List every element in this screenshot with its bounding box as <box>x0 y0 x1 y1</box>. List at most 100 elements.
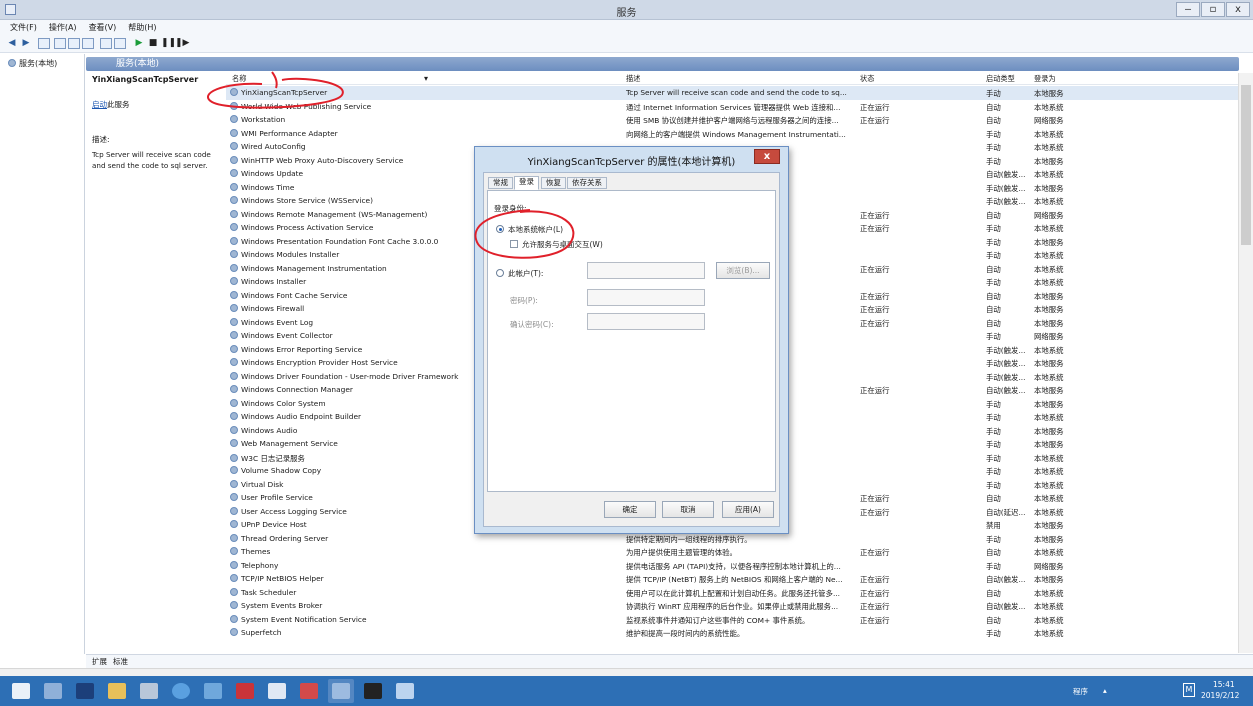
paint-icon[interactable] <box>392 679 418 703</box>
this-account-label[interactable]: 此帐户(T): <box>508 268 543 279</box>
service-name-cell: Windows Error Reporting Service <box>230 344 474 354</box>
service-startup-cell: 自动 <box>986 615 1001 625</box>
service-gear-icon <box>230 628 238 636</box>
local-system-radio[interactable] <box>496 225 504 233</box>
column-description[interactable]: 描述 <box>626 74 640 84</box>
account-input[interactable] <box>587 262 705 279</box>
app-red-icon[interactable] <box>232 679 258 703</box>
export-list-icon[interactable] <box>82 38 94 49</box>
column-logon-as[interactable]: 登录为 <box>1034 74 1056 84</box>
start-service-icon[interactable]: ▶ <box>134 38 144 49</box>
scrollbar-thumb[interactable] <box>1241 85 1251 245</box>
service-row[interactable]: TCP/IP NetBIOS Helper 提供 TCP/IP (NetBT) 服… <box>226 572 1238 586</box>
internet-explorer-icon[interactable] <box>168 679 194 703</box>
ok-button[interactable]: 确定 <box>604 501 656 518</box>
service-row[interactable]: World Wide Web Publishing Service 通过 Inte… <box>226 100 1238 114</box>
column-status[interactable]: 状态 <box>860 74 874 84</box>
service-name-cell: UPnP Device Host <box>230 520 474 529</box>
service-row[interactable]: Telephony 提供电话服务 API (TAPI)支持，以便各程序控制本地计算… <box>226 559 1238 573</box>
pause-service-icon[interactable]: ❚❚ <box>161 38 176 49</box>
maximize-button[interactable]: ◻ <box>1201 2 1225 17</box>
tree-node-services-local[interactable]: 服务(本地) <box>8 58 84 69</box>
tab-logon[interactable]: 登录 <box>514 176 539 190</box>
service-row[interactable]: System Events Broker 协调执行 WinRT 应用程序的后台作业… <box>226 599 1238 613</box>
service-logon-cell: 本地系统 <box>1034 345 1064 355</box>
menu-action[interactable]: 操作(A) <box>49 20 77 35</box>
service-logon-cell: 网络服务 <box>1034 210 1064 220</box>
service-row[interactable]: Themes 为用户提供使用主题管理的体验。 正在运行 自动 本地系统 <box>226 545 1238 559</box>
clock-date[interactable]: 2019/2/12 <box>1201 691 1239 700</box>
service-startup-cell: 手动(触发... <box>986 359 1026 368</box>
file-explorer-icon[interactable] <box>104 679 130 703</box>
tab-general[interactable]: 常规 <box>488 177 513 189</box>
service-status-cell: 正在运行 <box>860 318 890 328</box>
restart-service-icon[interactable]: ❚▶ <box>175 38 189 49</box>
show-hide-tree-icon[interactable] <box>38 38 50 49</box>
vertical-scrollbar[interactable] <box>1238 73 1253 653</box>
command-prompt-icon[interactable] <box>360 679 386 703</box>
column-name[interactable]: 名称 <box>232 74 246 84</box>
service-status-cell: 正在运行 <box>860 615 890 625</box>
service-name-cell: Windows Audio Endpoint Builder <box>230 412 474 421</box>
properties-dialog: YinXiangScanTcpServer 的属性(本地计算机) x 常规 登录… <box>474 146 789 534</box>
help-icon[interactable] <box>100 38 112 49</box>
service-startup-cell: 手动(触发... <box>986 183 1026 193</box>
start-button[interactable] <box>8 679 34 703</box>
allow-desktop-label[interactable]: 允许服务与桌面交互(W) <box>522 239 603 250</box>
service-logon-cell: 网络服务 <box>1034 561 1064 571</box>
service-row[interactable]: YinXiangScanTcpServer Tcp Server will rec… <box>226 86 1238 100</box>
close-button[interactable]: x <box>1226 2 1250 17</box>
service-name-cell: Windows Encryption Provider Host Service <box>230 358 474 367</box>
service-startup-cell: 手动 <box>986 629 1001 638</box>
tools-icon[interactable] <box>136 679 162 703</box>
service-name-cell: Windows Installer <box>230 277 474 286</box>
service-gear-icon <box>230 290 238 299</box>
remote-desktop-icon[interactable] <box>200 679 226 703</box>
service-row[interactable]: Superfetch 维护和提高一段时间内的系统性能。 手动 本地系统 <box>226 626 1238 640</box>
forward-arrow-icon[interactable]: ▶ <box>20 38 32 49</box>
window-title: 服务 <box>616 8 637 19</box>
service-startup-cell: 手动 <box>986 453 1001 463</box>
tab-recovery[interactable]: 恢复 <box>541 177 566 189</box>
service-gear-icon <box>230 331 238 339</box>
tray-icons[interactable] <box>1115 684 1163 696</box>
column-startup-type[interactable]: 启动类型 <box>986 74 1015 84</box>
clock-time[interactable]: 15:41 <box>1213 680 1235 689</box>
back-arrow-icon[interactable]: ◀ <box>6 38 18 49</box>
tray-programs-label[interactable]: 程序 <box>1073 686 1088 697</box>
service-name-cell: Windows Event Log <box>230 317 474 327</box>
this-account-radio[interactable] <box>496 269 504 277</box>
menu-help[interactable]: 帮助(H) <box>128 20 156 35</box>
confirm-password-input[interactable] <box>587 313 705 330</box>
service-row[interactable]: System Event Notification Service 监视系统事件并… <box>226 613 1238 627</box>
tab-dependencies[interactable]: 依存关系 <box>567 177 607 189</box>
start-service-link[interactable]: 启动 <box>92 100 107 109</box>
local-system-label[interactable]: 本地系统帐户(L) <box>508 224 563 235</box>
menu-view[interactable]: 查看(V) <box>89 20 117 35</box>
allow-desktop-checkbox[interactable] <box>510 240 518 248</box>
browse-button[interactable]: 浏览(B)... <box>716 262 770 279</box>
tab-standard[interactable]: 标准 <box>113 655 128 668</box>
services-taskbar-icon[interactable] <box>328 679 354 703</box>
service-row[interactable]: Workstation 使用 SMB 协议创建并维护客户端网络与远程服务器之间的连… <box>226 113 1238 127</box>
menu-file[interactable]: 文件(F) <box>10 20 37 35</box>
service-row[interactable]: WMI Performance Adapter 向网络上的客户端提供 Window… <box>226 127 1238 141</box>
minimize-button[interactable]: ‒ <box>1176 2 1200 17</box>
search-app-icon[interactable] <box>264 679 290 703</box>
service-row[interactable]: Task Scheduler 使用户可以在此计算机上配置和计划自动任务。此服务还托… <box>226 586 1238 600</box>
apply-button[interactable]: 应用(A) <box>722 501 774 518</box>
refresh-icon[interactable] <box>68 38 80 49</box>
list-view-icon[interactable] <box>54 38 66 49</box>
tab-extended[interactable]: 扩展 <box>92 655 107 668</box>
input-method-icon[interactable]: M <box>1183 683 1195 697</box>
properties-icon[interactable] <box>114 38 126 49</box>
stop-service-icon[interactable]: ■ <box>148 38 158 49</box>
service-startup-cell: 禁用 <box>986 521 1001 530</box>
app-red2-icon[interactable] <box>296 679 322 703</box>
tray-expand-icon[interactable]: ▴ <box>1103 686 1107 695</box>
dialog-close-button[interactable]: x <box>754 149 780 164</box>
password-input[interactable] <box>587 289 705 306</box>
cancel-button[interactable]: 取消 <box>662 501 714 518</box>
powershell-icon[interactable] <box>72 679 98 703</box>
server-manager-icon[interactable] <box>40 679 66 703</box>
